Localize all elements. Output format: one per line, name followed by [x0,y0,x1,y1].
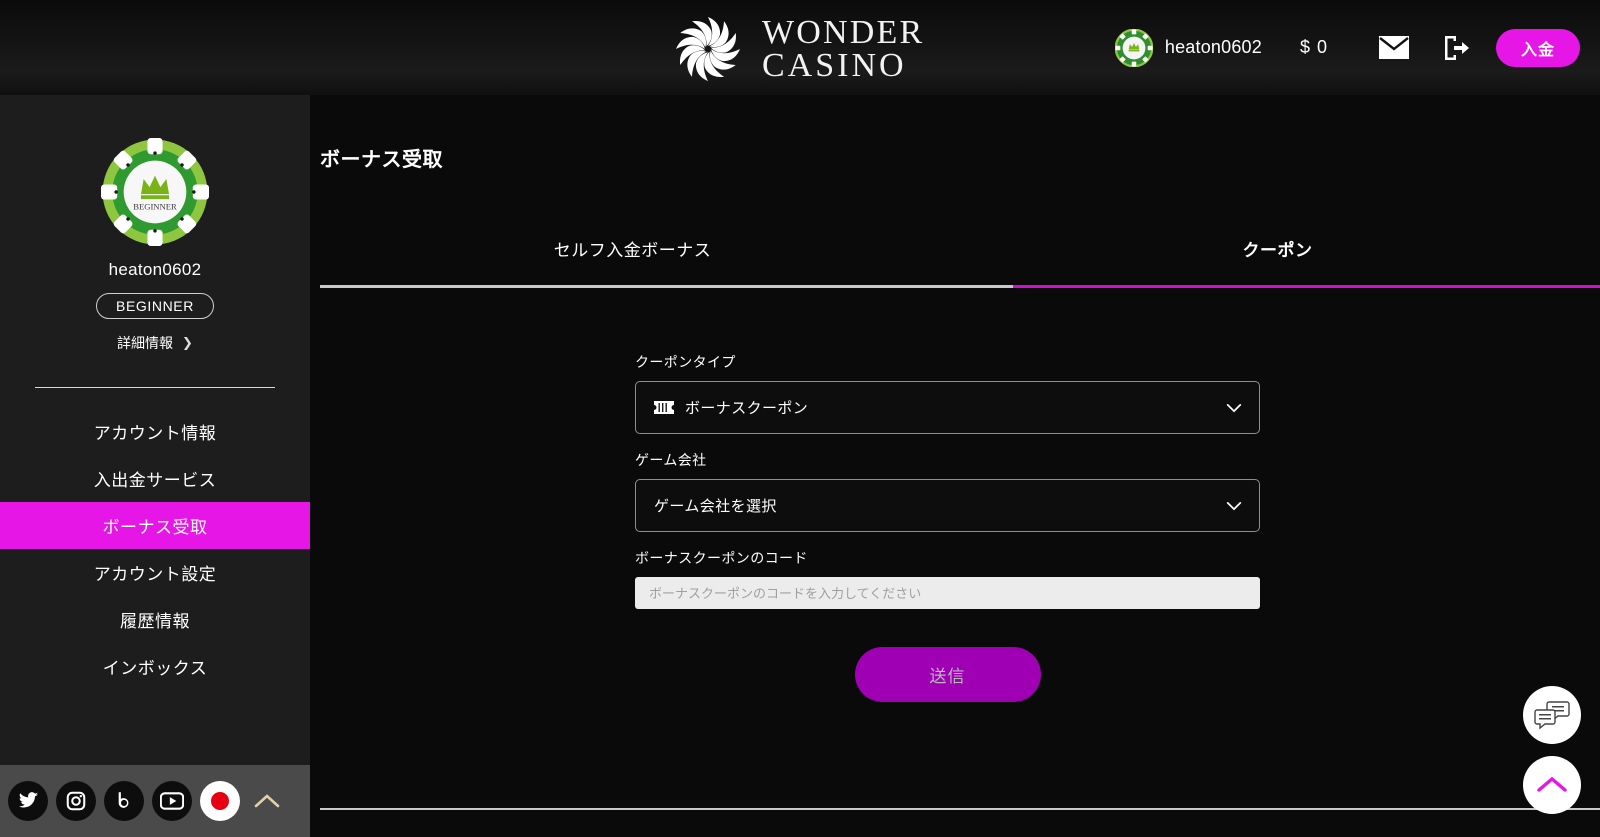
coupon-code-label: ボーナスクーポンのコード [635,550,808,566]
sidebar-item-deposit-withdraw[interactable]: 入出金サービス [0,455,310,502]
envelope-icon [1379,36,1409,59]
submit-button[interactable]: 送信 [854,647,1041,702]
wonder-spiral-logo-icon [676,17,740,81]
app-root: WONDER CASINO heaton0602 $ 0 入金 BEGINNER… [0,0,1600,837]
tab-self-deposit-bonus[interactable]: セルフ入金ボーナス [310,230,955,288]
detail-info-label: 詳細情報 [117,335,174,351]
sidebar-item-account-info[interactable]: アカウント情報 [0,408,310,455]
ticket-icon [654,401,674,414]
svg-text:BEGINNER: BEGINNER [133,201,177,211]
coupon-type-value: ボーナスクーポン [685,400,809,417]
site-logo[interactable]: WONDER CASINO [668,9,924,89]
language-japan-button[interactable] [200,781,240,821]
mail-button[interactable] [1372,26,1416,70]
deposit-button[interactable]: 入金 [1496,28,1580,67]
social-bar [0,765,310,837]
sidebar-item-label: アカウント設定 [93,565,217,584]
japan-flag-icon [211,792,229,810]
instagram-button[interactable] [56,781,96,821]
sidebar-nav: アカウント情報 入出金サービス ボーナス受取 アカウント設定 履歴情報 インボッ… [0,408,310,690]
sidebar-item-label: ボーナス受取 [102,518,208,537]
sidebar-item-label: インボックス [102,659,208,678]
chevron-up-icon [1537,776,1567,792]
detail-info-link[interactable]: 詳細情報 ❯ [0,333,310,353]
youtube-button[interactable] [152,781,192,821]
logo-wordmark: WONDER CASINO [762,13,925,84]
sidebar-item-label: アカウント情報 [93,424,217,443]
beginner-chip-avatar-icon: BEGINNER [101,138,209,246]
sidebar-username: heaton0602 [108,260,202,279]
page-title: ボーナス受取 [320,149,443,171]
bebo-button[interactable] [104,781,144,821]
site-header: WONDER CASINO heaton0602 $ 0 入金 [0,0,1600,95]
tab-label: クーポン [1242,241,1313,260]
twitter-button[interactable] [8,781,48,821]
social-collapse-button[interactable] [250,784,284,818]
header-balance: $ 0 [1299,37,1328,57]
instagram-icon [66,791,86,811]
header-username[interactable]: heaton0602 [1165,37,1262,58]
sidebar-item-inbox[interactable]: インボックス [0,643,310,690]
chevron-up-icon [254,794,280,808]
coupon-form: クーポンタイプ ボーナスクーポン ゲーム会社 ゲーム会社を選択 ボーナスクーポン… [635,352,1260,702]
main-content: ボーナス受取 セルフ入金ボーナス クーポン クーポンタイプ ボーナスクーポン ゲ… [310,95,1600,837]
sidebar-item-bonus-claim[interactable]: ボーナス受取 [0,502,310,549]
sidebar-item-label: 入出金サービス [93,471,217,490]
beginner-chip-avatar-icon[interactable] [1114,28,1153,67]
game-company-label: ゲーム会社 [635,452,707,468]
scroll-to-top-button[interactable] [1523,756,1581,814]
header-actions: heaton0602 $ 0 入金 [1114,0,1580,95]
logout-icon [1445,35,1469,60]
chevron-right-icon: ❯ [182,335,193,350]
footer-divider [320,808,1600,810]
sidebar-item-account-settings[interactable]: アカウント設定 [0,549,310,596]
logo-line-1: WONDER [762,13,925,51]
tab-active-indicator [1013,285,1600,288]
bonus-tabs: セルフ入金ボーナス クーポン [310,230,1600,288]
coupon-type-select[interactable]: ボーナスクーポン [635,381,1260,434]
tab-label: セルフ入金ボーナス [553,241,712,260]
chat-support-button[interactable] [1523,686,1581,744]
tab-coupon[interactable]: クーポン [955,230,1600,288]
chevron-down-icon [1226,403,1242,412]
game-company-value: ゲーム会社を選択 [654,498,777,515]
chat-bubbles-icon [1534,701,1570,730]
rank-badge[interactable]: BEGINNER [96,293,214,319]
sidebar-divider [35,387,275,388]
youtube-icon [160,792,184,810]
twitter-icon [18,792,39,808]
coupon-code-input[interactable] [635,577,1260,609]
logo-line-2: CASINO [762,47,907,84]
chevron-down-icon [1226,501,1242,510]
sidebar-item-label: 履歴情報 [120,612,190,631]
sidebar-avatar[interactable]: BEGINNER [0,138,310,246]
game-company-select[interactable]: ゲーム会社を選択 [635,479,1260,532]
coupon-type-label: クーポンタイプ [635,354,736,370]
sidebar-item-history[interactable]: 履歴情報 [0,596,310,643]
logout-button[interactable] [1434,26,1478,70]
sidebar: BEGINNER heaton0602 BEGINNER 詳細情報 ❯ アカウン… [0,95,310,837]
submit-row: 送信 [635,647,1260,702]
bebo-icon [118,792,129,808]
